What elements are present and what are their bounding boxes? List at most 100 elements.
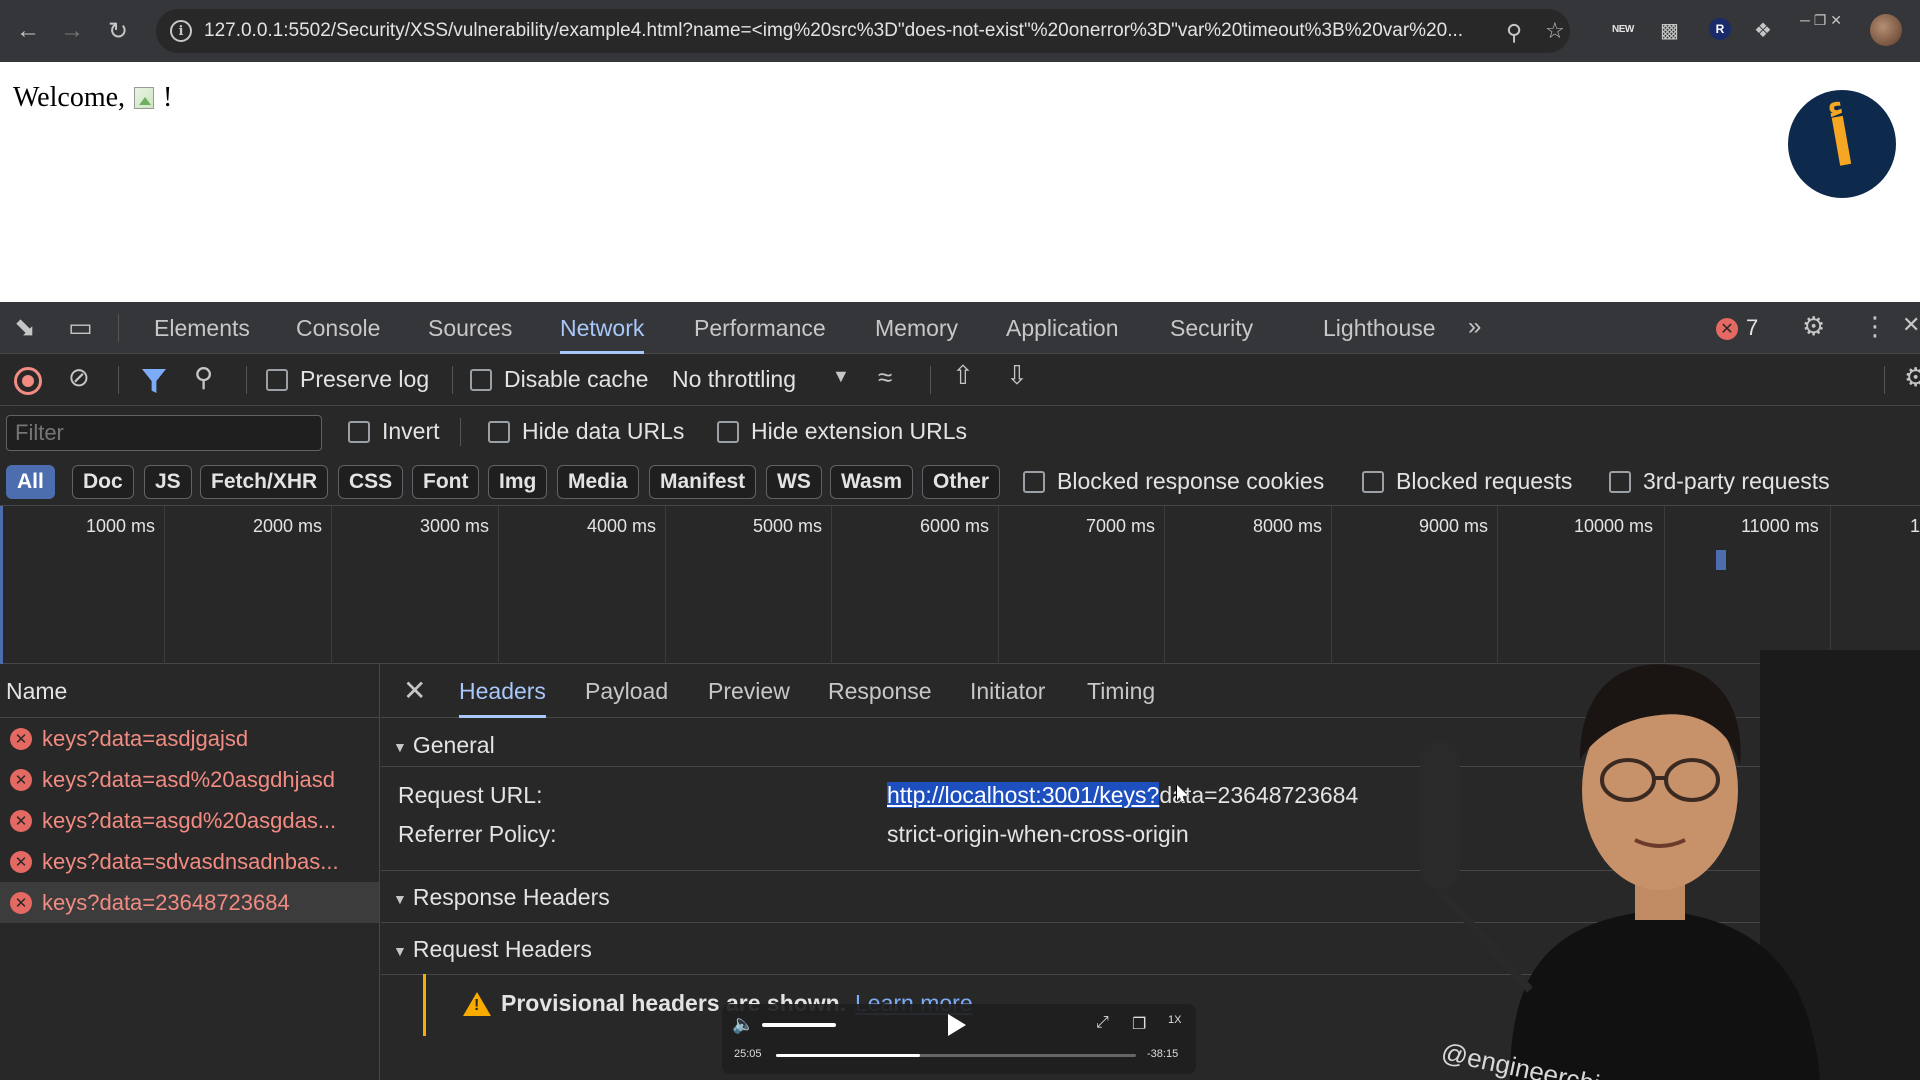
request-row-selected[interactable]: ✕ keys?data=23648723684 bbox=[0, 882, 379, 923]
type-manifest[interactable]: Manifest bbox=[649, 465, 757, 499]
tab-console[interactable]: Console bbox=[296, 302, 380, 354]
filter-funnel-icon[interactable] bbox=[142, 369, 166, 393]
type-font[interactable]: Font bbox=[412, 465, 480, 499]
search-icon[interactable]: ⚲ bbox=[194, 362, 213, 393]
play-icon[interactable] bbox=[948, 1014, 966, 1036]
exit-fullscreen-icon[interactable]: ⤢ bbox=[1096, 1014, 1109, 1032]
broken-image-icon bbox=[131, 83, 161, 113]
profile-avatar[interactable] bbox=[1870, 14, 1902, 46]
tab-initiator[interactable]: Initiator bbox=[970, 664, 1045, 718]
url-text[interactable]: 127.0.0.1:5502/Security/XSS/vulnerabilit… bbox=[204, 20, 1504, 42]
type-js[interactable]: JS bbox=[144, 465, 192, 499]
clear-icon[interactable]: ⊘ bbox=[68, 362, 90, 393]
tab-sources[interactable]: Sources bbox=[428, 302, 512, 354]
type-img[interactable]: Img bbox=[488, 465, 548, 499]
volume-icon[interactable]: 🔈 bbox=[732, 1014, 754, 1035]
import-har-icon[interactable]: ⇧ bbox=[952, 360, 974, 391]
filter-input[interactable] bbox=[6, 415, 322, 451]
extension-r-icon[interactable]: R bbox=[1709, 18, 1731, 40]
warning-icon bbox=[463, 992, 491, 1016]
picture-in-picture-icon[interactable]: ❐ bbox=[1132, 1014, 1146, 1034]
video-player-controls[interactable]: 🔈 ⤢ ❐ 1X 25:05 -38:15 bbox=[722, 1004, 1196, 1074]
request-row[interactable]: ✕ keys?data=asdjgajsd bbox=[0, 718, 379, 759]
kebab-menu-icon[interactable]: ⋮ bbox=[1862, 311, 1888, 342]
type-other[interactable]: Other bbox=[922, 465, 1001, 499]
request-row[interactable]: ✕ keys?data=sdvasdnsadnbas... bbox=[0, 841, 379, 882]
device-toolbar-icon[interactable]: ▭ bbox=[68, 312, 93, 343]
network-settings-icon[interactable]: ⚙ bbox=[1904, 362, 1920, 393]
type-wasm[interactable]: Wasm bbox=[830, 465, 914, 499]
back-button[interactable]: ← bbox=[6, 9, 50, 53]
tab-headers[interactable]: Headers bbox=[459, 664, 546, 718]
inspect-element-icon[interactable]: ⬊ bbox=[14, 312, 36, 343]
close-detail-icon[interactable]: ✕ bbox=[403, 674, 426, 707]
request-url-value[interactable]: http://localhost:3001/keys?data=23648723… bbox=[887, 782, 1358, 809]
zoom-icon[interactable]: ⚲ bbox=[1506, 20, 1522, 46]
hide-data-urls-checkbox[interactable] bbox=[488, 421, 510, 443]
type-fetch-xhr[interactable]: Fetch/XHR bbox=[200, 465, 329, 499]
general-section-toggle[interactable]: ▼ General bbox=[393, 732, 495, 759]
hide-extension-urls-checkbox[interactable] bbox=[717, 421, 739, 443]
extension-c-icon[interactable]: ▩ bbox=[1660, 18, 1679, 43]
tab-network[interactable]: Network bbox=[560, 302, 645, 354]
type-ws[interactable]: WS bbox=[766, 465, 822, 499]
type-media[interactable]: Media bbox=[557, 465, 639, 499]
volume-slider[interactable] bbox=[762, 1023, 836, 1027]
third-party-checkbox[interactable] bbox=[1609, 471, 1631, 493]
invert-checkbox[interactable] bbox=[348, 421, 370, 443]
tab-payload[interactable]: Payload bbox=[585, 664, 668, 718]
playback-speed[interactable]: 1X bbox=[1168, 1014, 1181, 1026]
timeline-gridline bbox=[498, 506, 499, 664]
welcome-prefix: Welcome, bbox=[13, 82, 126, 113]
reload-button[interactable]: ↻ bbox=[96, 9, 140, 53]
tab-response[interactable]: Response bbox=[828, 664, 932, 718]
settings-gear-icon[interactable]: ⚙ bbox=[1802, 311, 1825, 342]
bookmark-star-icon[interactable]: ☆ bbox=[1545, 18, 1565, 44]
tab-application[interactable]: Application bbox=[1006, 302, 1119, 354]
export-har-icon[interactable]: ⇩ bbox=[1006, 360, 1028, 391]
error-count[interactable]: 7 bbox=[1746, 315, 1758, 341]
throttling-select[interactable]: No throttling bbox=[672, 366, 796, 393]
divider bbox=[118, 314, 119, 342]
network-conditions-icon[interactable]: ≈ bbox=[878, 362, 892, 393]
tab-performance[interactable]: Performance bbox=[694, 302, 826, 354]
type-css[interactable]: CSS bbox=[338, 465, 404, 499]
request-row[interactable]: ✕ keys?data=asd%20asgdhjasd bbox=[0, 759, 379, 800]
request-headers-toggle[interactable]: ▼ Request Headers bbox=[393, 936, 592, 963]
devtools-tabbar: ⬊ ▭ Elements Console Sources Network Per… bbox=[0, 302, 1920, 354]
preserve-log-checkbox[interactable] bbox=[266, 369, 288, 391]
seek-progress bbox=[776, 1054, 920, 1057]
more-tabs-icon[interactable]: » bbox=[1468, 313, 1481, 341]
disable-cache-checkbox[interactable] bbox=[470, 369, 492, 391]
site-info-icon[interactable]: i bbox=[170, 20, 192, 42]
extensions-puzzle-icon[interactable]: ❖ bbox=[1754, 18, 1772, 43]
seek-bar[interactable] bbox=[776, 1054, 1136, 1057]
type-all[interactable]: All bbox=[6, 465, 55, 499]
filter-bar: Invert Hide data URLs Hide extension URL… bbox=[0, 406, 1920, 458]
forward-button[interactable]: → bbox=[50, 9, 94, 53]
tab-elements[interactable]: Elements bbox=[154, 302, 250, 354]
extension-new-icon[interactable]: NEW bbox=[1612, 24, 1634, 35]
type-doc[interactable]: Doc bbox=[72, 465, 134, 499]
page-viewport: Welcome, ! أ bbox=[0, 62, 1920, 302]
response-headers-toggle[interactable]: ▼ Response Headers bbox=[393, 884, 610, 911]
channel-logo: أ bbox=[1788, 90, 1896, 198]
tab-preview[interactable]: Preview bbox=[708, 664, 790, 718]
blocked-cookies-label: Blocked response cookies bbox=[1057, 468, 1325, 494]
record-button[interactable] bbox=[14, 367, 42, 395]
blocked-requests-checkbox[interactable] bbox=[1362, 471, 1384, 493]
tab-lighthouse[interactable]: Lighthouse bbox=[1323, 302, 1436, 354]
request-row[interactable]: ✕ keys?data=asgd%20asgdas... bbox=[0, 800, 379, 841]
address-bar[interactable]: i 127.0.0.1:5502/Security/XSS/vulnerabil… bbox=[156, 9, 1570, 53]
tab-timing[interactable]: Timing bbox=[1087, 664, 1155, 718]
chevron-down-icon[interactable]: ▼ bbox=[832, 366, 850, 387]
window-controls-icon[interactable]: ─ ❐ ✕ bbox=[1800, 12, 1842, 29]
name-column-header[interactable]: Name bbox=[0, 664, 379, 718]
hide-data-urls-label: Hide data URLs bbox=[522, 418, 685, 444]
close-devtools-icon[interactable]: ✕ bbox=[1902, 312, 1920, 338]
tab-memory[interactable]: Memory bbox=[875, 302, 958, 354]
tick-label: 3000 ms bbox=[420, 516, 490, 536]
warning-accent-bar bbox=[423, 974, 426, 1036]
tab-security[interactable]: Security bbox=[1170, 302, 1253, 354]
blocked-cookies-checkbox[interactable] bbox=[1023, 471, 1045, 493]
